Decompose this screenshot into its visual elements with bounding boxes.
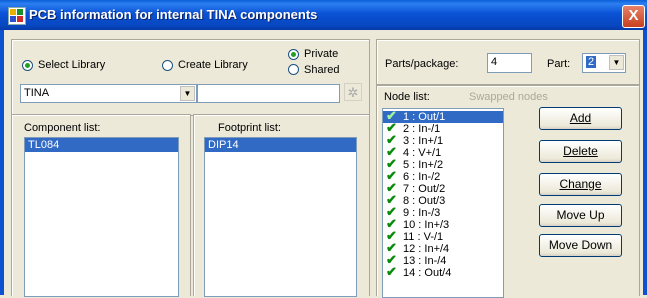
node-list-item[interactable]: ✔ 6 : In-/2 <box>383 169 503 183</box>
node-label: 7 : Out/2 <box>403 183 446 195</box>
browse-icon[interactable]: ✲ <box>344 83 362 101</box>
node-label: 10 : In+/3 <box>403 219 450 231</box>
window-title: PCB information for internal TINA compon… <box>29 7 318 22</box>
node-list-item[interactable]: ✔ 10 : In+/3 <box>383 217 503 231</box>
node-label: 8 : Out/3 <box>403 195 446 207</box>
node-list-item[interactable]: ✔ 5 : In+/2 <box>383 157 503 171</box>
node-label: 13 : In-/4 <box>403 255 447 267</box>
node-list-item[interactable]: ✔ 7 : Out/2 <box>383 181 503 195</box>
node-label: 5 : In+/2 <box>403 159 444 171</box>
node-list-item[interactable]: ✔ 4 : V+/1 <box>383 145 503 159</box>
app-icon <box>8 7 26 25</box>
node-list-item[interactable]: ✔ 14 : Out/4 <box>383 264 503 279</box>
parts-per-package-label: Parts/package: <box>385 58 459 70</box>
node-list-item[interactable]: ✔ 2 : In-/1 <box>383 121 503 135</box>
add-button[interactable]: Add <box>539 107 622 130</box>
node-label: 2 : In-/1 <box>403 123 441 135</box>
node-list-item[interactable]: ✔ 11 : V-/1 <box>383 229 503 243</box>
title-bar: PCB information for internal TINA compon… <box>0 0 647 30</box>
close-button[interactable]: X <box>622 5 645 28</box>
parts-panel: Parts/package: 4 Part: 2 ▼ <box>376 39 640 85</box>
shared-label[interactable]: Shared <box>304 64 339 76</box>
window-frame-left <box>0 30 4 295</box>
node-list-label: Node list: <box>384 91 430 103</box>
part-label: Part: <box>547 58 571 70</box>
node-list-item[interactable]: ✔ 12 : In+/4 <box>383 241 503 255</box>
footprint-list-panel: Footprint list: DIP14 <box>193 114 370 297</box>
create-library-radio[interactable] <box>162 60 173 71</box>
parts-per-package-input[interactable]: 4 <box>487 53 532 73</box>
node-label: 11 : V-/1 <box>403 231 444 243</box>
component-list-panel: Component list: TL084 <box>11 114 191 297</box>
node-label: 3 : In+/1 <box>403 135 444 147</box>
select-library-radio[interactable] <box>22 60 33 71</box>
node-label: 14 : Out/4 <box>403 267 452 279</box>
swapped-nodes-label: Swapped nodes <box>469 91 548 103</box>
chevron-down-icon[interactable]: ▼ <box>609 55 624 70</box>
node-label: 4 : V+/1 <box>403 147 442 159</box>
component-list-label: Component list: <box>24 122 101 134</box>
library-search-input[interactable] <box>197 84 340 103</box>
list-item[interactable]: TL084 <box>25 138 178 152</box>
chevron-down-icon[interactable]: ▼ <box>180 86 195 101</box>
node-label: 1 : Out/1 <box>401 111 448 123</box>
part-select[interactable]: 2 ▼ <box>582 53 626 73</box>
library-panel: Select Library Create Library Private Sh… <box>11 39 370 116</box>
footprint-list-label: Footprint list: <box>218 122 281 134</box>
private-label[interactable]: Private <box>304 48 338 60</box>
list-item[interactable]: DIP14 <box>205 138 356 152</box>
node-list[interactable]: ✔ 1 : Out/1 ✔ 2 : In-/1 ✔ 3 : In+/1 ✔ 4 : V+/1 ✔… <box>382 108 504 298</box>
private-radio[interactable] <box>288 49 299 60</box>
select-library-label[interactable]: Select Library <box>38 59 105 71</box>
library-select-value: TINA <box>24 87 50 99</box>
node-panel: Node list: Swapped nodes ✔ 1 : Out/1 ✔ 2 : … <box>376 85 640 298</box>
node-list-item[interactable]: ✔ 3 : In+/1 <box>383 133 503 147</box>
node-list-item[interactable]: ✔ 1 : Out/1 <box>383 109 503 123</box>
create-library-label[interactable]: Create Library <box>178 59 248 71</box>
node-list-item[interactable]: ✔ 9 : In-/3 <box>383 205 503 219</box>
component-list[interactable]: TL084 <box>24 137 179 297</box>
change-button[interactable]: Change <box>539 173 622 196</box>
move-down-button[interactable]: Move Down <box>539 234 622 257</box>
move-up-button[interactable]: Move Up <box>539 204 622 227</box>
node-label: 12 : In+/4 <box>403 243 450 255</box>
node-label: 9 : In-/3 <box>403 207 441 219</box>
checkmark-icon: ✔ <box>386 264 397 279</box>
window-frame-right <box>643 30 647 295</box>
library-select[interactable]: TINA ▼ <box>20 84 197 103</box>
node-label: 6 : In-/2 <box>403 171 441 183</box>
node-list-item[interactable]: ✔ 8 : Out/3 <box>383 193 503 207</box>
node-list-item[interactable]: ✔ 13 : In-/4 <box>383 253 503 267</box>
footprint-list[interactable]: DIP14 <box>204 137 357 297</box>
shared-radio[interactable] <box>288 64 299 75</box>
delete-button[interactable]: Delete <box>539 140 622 163</box>
